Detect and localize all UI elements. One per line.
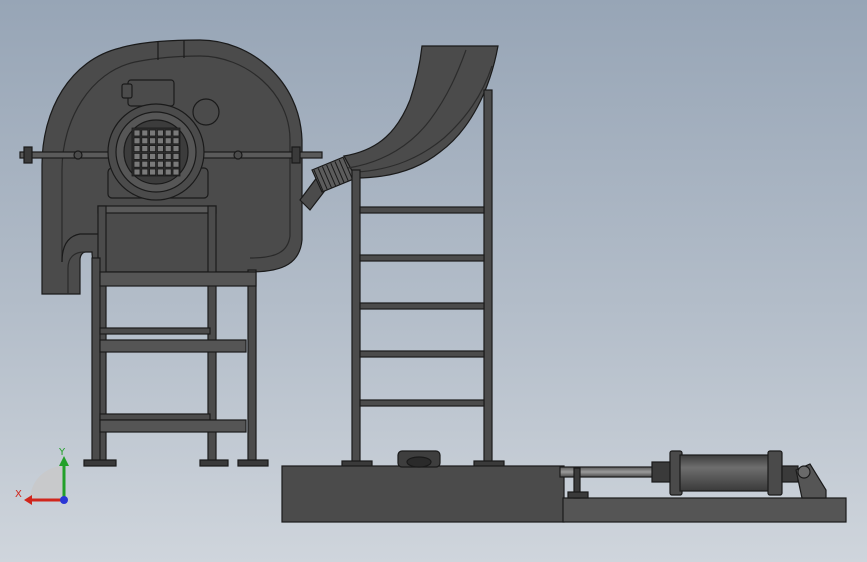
flexible-bellows-connector — [299, 155, 357, 211]
grille-cell — [156, 160, 164, 168]
grille-cell — [172, 145, 180, 153]
grille-cell — [172, 137, 180, 145]
grille-cell — [133, 152, 141, 160]
grille-cell — [133, 145, 141, 153]
grille-cell — [156, 152, 164, 160]
coordinate-triad: Y X — [15, 447, 69, 505]
grille-cell — [149, 152, 157, 160]
grille-cell — [156, 145, 164, 153]
grille-cell — [156, 137, 164, 145]
grille-cell — [164, 160, 172, 168]
grille-cell — [141, 168, 149, 176]
motor-fan-grille — [131, 127, 181, 177]
curved-feed-chute — [343, 45, 499, 179]
grille-cell — [172, 129, 180, 137]
grille-cell — [149, 137, 157, 145]
triad-y-label: Y — [58, 447, 66, 458]
grille-cell — [133, 168, 141, 176]
grille-cell — [164, 168, 172, 176]
grille-cell — [149, 168, 157, 176]
grille-cell — [172, 168, 180, 176]
grille-cell — [156, 129, 164, 137]
grille-cell — [141, 160, 149, 168]
grille-cell — [164, 129, 172, 137]
grille-cell — [133, 160, 141, 168]
grille-cell — [141, 129, 149, 137]
triad-x-label: X — [15, 489, 22, 500]
cad-viewport[interactable]: Y X — [0, 0, 867, 562]
grille-cell — [164, 137, 172, 145]
grille-cell — [164, 145, 172, 153]
grille-cell — [133, 137, 141, 145]
grille-cell — [149, 129, 157, 137]
grille-cell — [164, 152, 172, 160]
triad-z-axis — [60, 496, 68, 504]
grille-cell — [141, 137, 149, 145]
grille-cell — [149, 145, 157, 153]
grille-cell — [141, 145, 149, 153]
grille-cell — [149, 160, 157, 168]
machine-assembly-drawing: Y X — [15, 39, 847, 523]
triad-plane — [30, 466, 64, 500]
grille-cell — [172, 152, 180, 160]
grille-cell — [156, 168, 164, 176]
grille-cell — [133, 129, 141, 137]
hydraulic-cylinder — [559, 450, 827, 499]
triad-x-arrow — [24, 495, 32, 505]
grille-cell — [141, 152, 149, 160]
grille-cell — [172, 160, 180, 168]
